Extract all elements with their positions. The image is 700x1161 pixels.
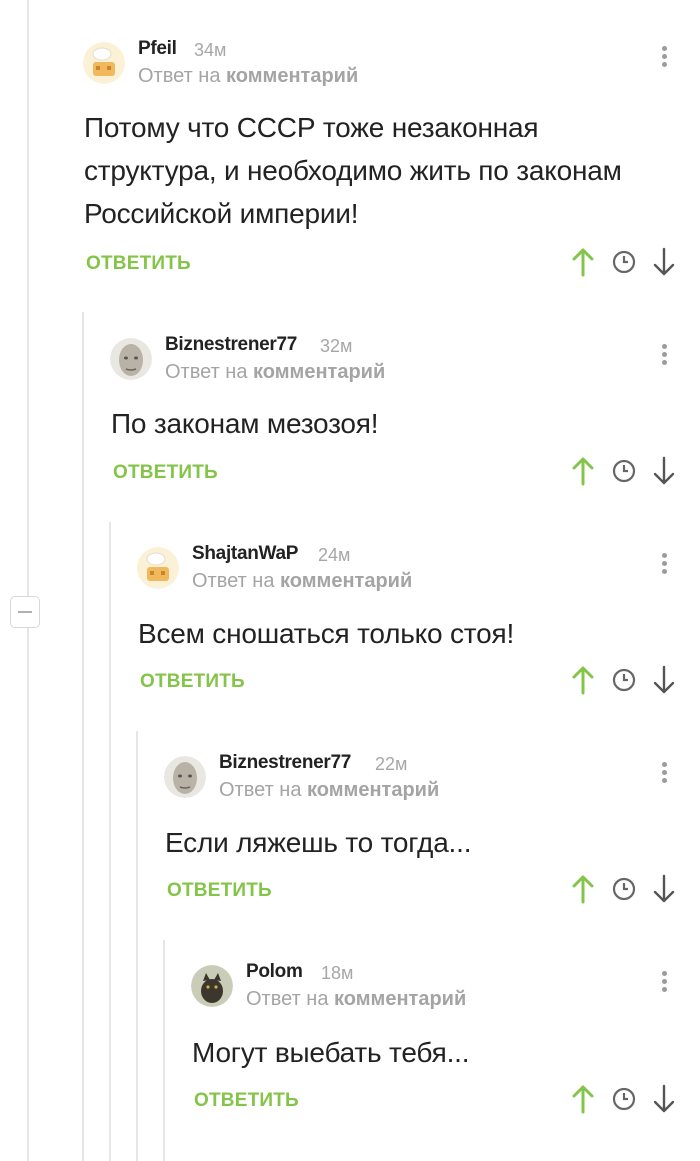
downvote-icon[interactable]	[652, 456, 676, 486]
reply-button[interactable]: ОТВЕТИТЬ	[113, 462, 218, 484]
thread-line	[163, 940, 165, 1161]
reply-button[interactable]: ОТВЕТИТЬ	[140, 671, 245, 693]
comment-text: Могут выебать тебя...	[192, 1037, 470, 1068]
author-name[interactable]: Biznestrener77	[219, 752, 351, 774]
comment-text: Всем сношаться только стоя!	[138, 618, 515, 649]
reply-button[interactable]: ОТВЕТИТЬ	[86, 253, 191, 275]
reply-to-line: Ответ на комментарий	[165, 361, 386, 383]
clock-icon[interactable]	[612, 459, 636, 483]
avatar[interactable]	[110, 338, 152, 380]
more-options-icon[interactable]	[662, 762, 668, 786]
more-options-icon[interactable]	[662, 46, 668, 70]
upvote-icon[interactable]	[571, 874, 595, 904]
reply-to-link[interactable]: комментарий	[226, 65, 358, 87]
reply-to-line: Ответ на комментарий	[246, 988, 467, 1010]
reply-to-link[interactable]: комментарий	[307, 779, 439, 801]
comment-time: 34м	[194, 40, 227, 60]
collapse-thread-button[interactable]	[10, 596, 40, 628]
author-name[interactable]: Biznestrener77	[165, 334, 297, 356]
reply-button[interactable]: ОТВЕТИТЬ	[194, 1090, 299, 1112]
upvote-icon[interactable]	[571, 665, 595, 695]
comment-text: Если ляжешь то тогда...	[165, 827, 472, 858]
downvote-icon[interactable]	[652, 874, 676, 904]
clock-icon[interactable]	[612, 1087, 636, 1111]
downvote-icon[interactable]	[652, 1084, 676, 1114]
downvote-icon[interactable]	[652, 247, 676, 277]
avatar[interactable]	[191, 965, 233, 1007]
reply-button[interactable]: ОТВЕТИТЬ	[167, 880, 272, 902]
avatar[interactable]	[137, 547, 179, 589]
reply-to-line: Ответ на комментарий	[138, 65, 359, 87]
reply-to-line: Ответ на комментарий	[219, 779, 440, 801]
more-options-icon[interactable]	[662, 553, 668, 577]
more-options-icon[interactable]	[662, 344, 668, 368]
reply-to-line: Ответ на комментарий	[192, 570, 413, 592]
upvote-icon[interactable]	[571, 456, 595, 486]
thread-line	[27, 0, 29, 1161]
avatar[interactable]	[164, 756, 206, 798]
author-name[interactable]: Pfeil	[138, 38, 177, 60]
clock-icon[interactable]	[612, 250, 636, 274]
thread-line	[136, 731, 138, 1161]
avatar[interactable]	[83, 42, 125, 84]
comment-time: 24м	[318, 545, 351, 565]
reply-to-link[interactable]: комментарий	[334, 988, 466, 1010]
comment-time: 22м	[375, 754, 408, 774]
comment-time: 32м	[320, 336, 353, 356]
comment-text: По законам мезозоя!	[111, 408, 379, 439]
author-name[interactable]: ShajtanWaP	[192, 543, 298, 565]
downvote-icon[interactable]	[652, 665, 676, 695]
reply-to-link[interactable]: комментарий	[280, 570, 412, 592]
comment-time: 18м	[321, 963, 354, 983]
upvote-icon[interactable]	[571, 1084, 595, 1114]
author-name[interactable]: Polom	[246, 961, 303, 983]
thread-line	[82, 312, 84, 1161]
reply-to-link[interactable]: комментарий	[253, 361, 385, 383]
comment-text: Потому что СССР тоже незаконная структур…	[84, 112, 622, 229]
clock-icon[interactable]	[612, 668, 636, 692]
thread-line	[109, 522, 111, 1161]
more-options-icon[interactable]	[662, 971, 668, 995]
clock-icon[interactable]	[612, 877, 636, 901]
upvote-icon[interactable]	[571, 247, 595, 277]
